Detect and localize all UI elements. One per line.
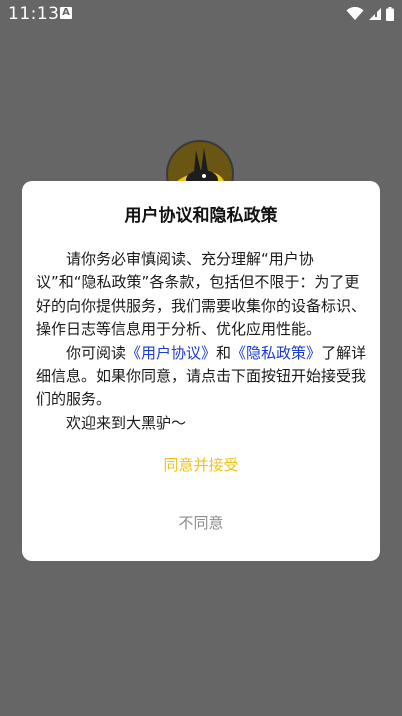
status-bar: 11:13 A — [0, 0, 402, 28]
notification-a-icon: A — [60, 7, 72, 19]
paragraph-2-and: 和 — [216, 343, 232, 362]
privacy-policy-link[interactable]: 《隐私政策》 — [231, 344, 321, 362]
privacy-dialog: 用户协议和隐私政策 请你务必审慎阅读、充分理解“用户协议”和“隐私政策”各条款，… — [22, 181, 380, 561]
status-time: 11:13 — [8, 4, 60, 24]
agree-button[interactable]: 同意并接受 — [22, 453, 380, 477]
status-icons — [346, 6, 394, 22]
dialog-title: 用户协议和隐私政策 — [124, 206, 278, 226]
user-agreement-link[interactable]: 《用户协议》 — [126, 344, 216, 362]
signal-icon — [368, 7, 382, 21]
dialog-body: 请你务必审慎阅读、充分理解“用户协议”和“隐私政策”各条款，包括但不限于：为了更… — [36, 248, 368, 435]
dialog-paragraph-3: 欢迎来到大黑驴～ — [66, 413, 187, 432]
dialog-paragraph-1: 请你务必审慎阅读、充分理解“用户协议”和“隐私政策”各条款，包括但不限于：为了更… — [36, 250, 367, 339]
dialog-paragraph-2: 你可阅读《用户协议》和《隐私政策》了解详细信息。如果你同意，请点击下面按钮开始接… — [36, 342, 368, 412]
disagree-button[interactable]: 不同意 — [22, 511, 380, 535]
battery-icon — [386, 7, 394, 21]
paragraph-2-prefix: 你可阅读 — [66, 343, 127, 362]
wifi-icon — [346, 7, 364, 21]
